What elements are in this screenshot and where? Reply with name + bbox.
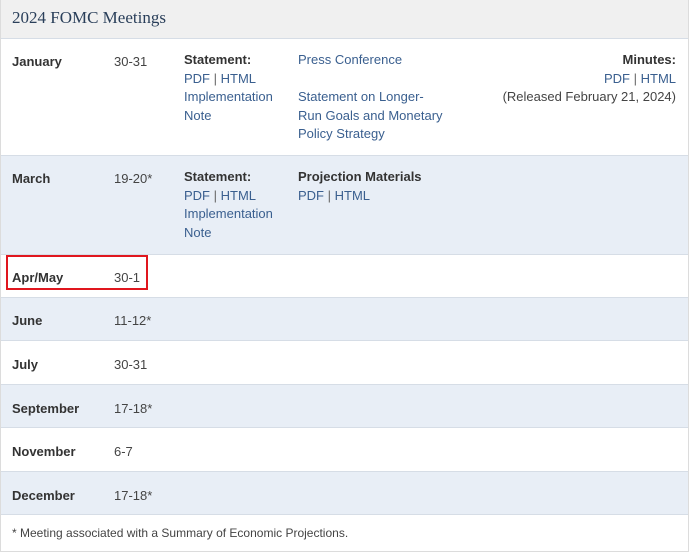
longer-run-line1: Statement on Longer- (298, 89, 424, 104)
meeting-dates: 30-31 (114, 357, 148, 372)
minutes-label: Minutes: (622, 52, 676, 67)
meeting-row-july: July 30-31 (1, 340, 688, 385)
statement-label: Statement: (184, 52, 252, 67)
meeting-dates: 11-12* (114, 313, 152, 328)
implementation-note-line2: Note (184, 224, 212, 240)
projection-html-link[interactable]: HTML (335, 188, 370, 203)
link-separator: | (213, 70, 218, 86)
meeting-month: September (12, 401, 80, 416)
fomc-meetings-panel: 2024 FOMC Meetings January 30-31 Stateme… (0, 0, 689, 552)
implementation-note-link[interactable]: Implementation Note (184, 205, 273, 242)
projection-pdf-link[interactable]: PDF (298, 188, 324, 203)
meeting-row-june: June 11-12* (1, 297, 688, 341)
minutes-release-date: (Released February 21, 2024) (502, 89, 676, 104)
meeting-row-march: March 19-20* Statement: PDF | HTML Imple… (1, 155, 688, 255)
link-separator: | (213, 187, 218, 203)
footnote-row: * Meeting associated with a Summary of E… (1, 514, 688, 552)
meeting-month: July (12, 357, 39, 372)
statement-pdf-link[interactable]: PDF (184, 188, 210, 203)
projection-materials-label: Projection Materials (298, 169, 422, 184)
implementation-note-line2: Note (184, 107, 212, 123)
panel-header: 2024 FOMC Meetings (1, 0, 688, 38)
link-separator: | (327, 187, 332, 203)
meeting-month: January (12, 54, 62, 69)
meeting-dates: 30-31 (114, 54, 148, 69)
meeting-month: June (12, 313, 43, 328)
minutes-pdf-link[interactable]: PDF (604, 71, 630, 86)
press-block: Press Conference Statement on Longer- Ru… (298, 51, 443, 144)
meeting-month: December (12, 488, 75, 503)
statement-label: Statement: (184, 169, 252, 184)
meeting-dates: 17-18* (114, 488, 153, 503)
meeting-dates: 6-7 (114, 444, 133, 459)
panel-title: 2024 FOMC Meetings (12, 8, 166, 27)
apr-may-highlight-box (6, 255, 148, 290)
longer-run-line3: Policy Strategy (298, 126, 385, 141)
meeting-month: March (12, 171, 51, 186)
meeting-row-january: January 30-31 Statement: PDF | HTML Impl… (1, 38, 688, 156)
minutes-html-link[interactable]: HTML (641, 71, 676, 86)
meeting-row-november: November 6-7 (1, 427, 688, 472)
statement-pdf-link[interactable]: PDF (184, 71, 210, 86)
statement-html-link[interactable]: HTML (221, 188, 256, 203)
press-conference-link[interactable]: Press Conference (298, 51, 443, 70)
minutes-block: Minutes: PDF | HTML (Released February 2… (503, 51, 676, 107)
statement-block: Statement: PDF | HTML Implementation Not… (184, 51, 273, 125)
implementation-note-link[interactable]: Implementation Note (184, 88, 273, 125)
meeting-row-september: September 17-18* (1, 384, 688, 428)
meeting-month: November (12, 444, 76, 459)
statement-html-link[interactable]: HTML (221, 71, 256, 86)
meeting-dates: 17-18* (114, 401, 153, 416)
implementation-note-line1: Implementation (184, 206, 273, 221)
meeting-dates: 19-20* (114, 171, 153, 186)
meeting-row-december: December 17-18* (1, 471, 688, 515)
implementation-note-line1: Implementation (184, 89, 273, 104)
longer-run-line2: Run Goals and Monetary (298, 107, 443, 123)
projection-block: Projection Materials PDF | HTML (298, 168, 422, 205)
sep-footnote: * Meeting associated with a Summary of E… (12, 526, 349, 540)
link-separator: | (633, 70, 637, 86)
longer-run-goals-link[interactable]: Statement on Longer- Run Goals and Monet… (298, 88, 443, 144)
statement-block: Statement: PDF | HTML Implementation Not… (184, 168, 273, 242)
